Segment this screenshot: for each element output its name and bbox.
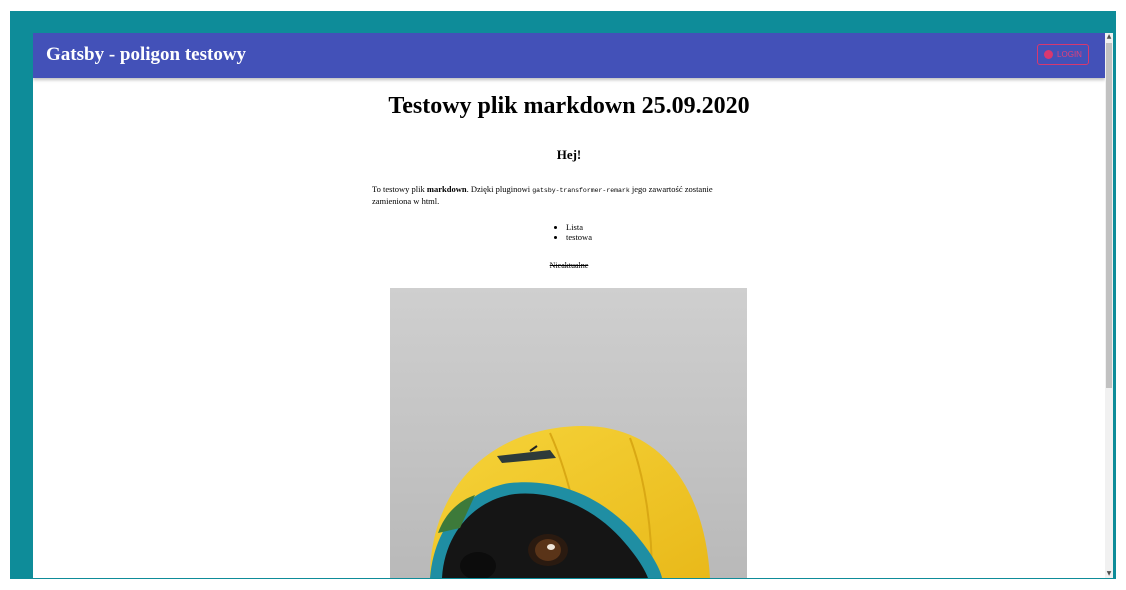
intro-paragraph: To testowy plik markdown. Dzięki plugino… — [372, 184, 752, 206]
app-title[interactable]: Gatsby - poligon testowy — [46, 44, 246, 66]
page-title: Testowy plik markdown 25.09.2020 — [388, 93, 750, 119]
app-bar: Gatsby - poligon testowy LOGIN — [33, 33, 1105, 78]
list-item: testowa — [566, 232, 592, 242]
paragraph-bold: markdown — [426, 184, 467, 194]
login-button[interactable]: LOGIN — [1037, 44, 1089, 65]
strikethrough-text: Nieaktualne — [549, 261, 589, 270]
user-icon — [1044, 50, 1054, 59]
paragraph-code: gatsby-transformer-remark — [532, 187, 630, 194]
paragraph-text-2: . Dzięki pluginowi — [466, 184, 533, 194]
scroll-up-icon[interactable]: ▲ — [1106, 33, 1112, 41]
paragraph-text-1: To testowy plik — [372, 184, 427, 194]
scroll-thumb[interactable] — [1106, 43, 1112, 388]
browser-viewport: Gatsby - poligon testowy LOGIN Testowy p… — [33, 33, 1113, 578]
dog-in-raincoat-image — [390, 288, 747, 578]
scroll-down-icon[interactable]: ▼ — [1106, 570, 1112, 578]
login-label: LOGIN — [1057, 50, 1082, 59]
bullet-list: Lista testowa — [555, 222, 592, 242]
greeting-heading: Hej! — [556, 147, 582, 162]
vertical-scrollbar[interactable]: ▲ ▼ — [1105, 33, 1113, 578]
window-frame: Gatsby - poligon testowy LOGIN Testowy p… — [10, 11, 1116, 579]
list-item: Lista — [566, 222, 592, 232]
dog-photo — [390, 288, 747, 578]
